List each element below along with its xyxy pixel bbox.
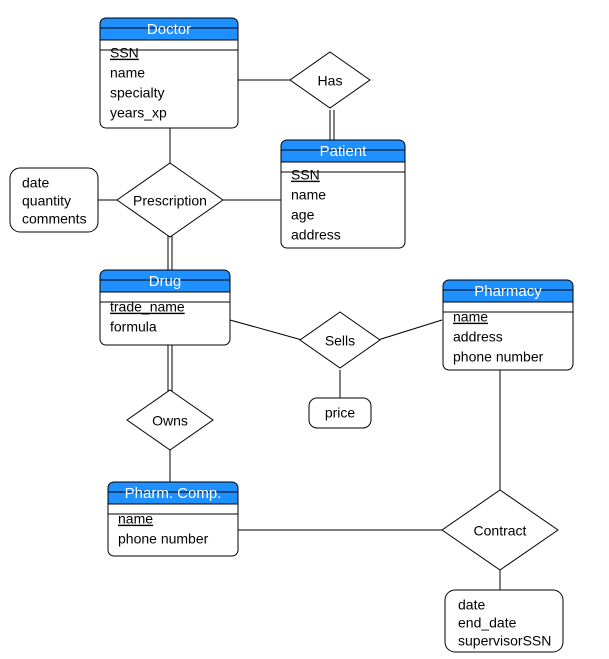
rel-attrs-sells: price <box>309 398 371 428</box>
relationship-sells: Sells <box>300 312 380 368</box>
rel-attr-contract-supervisor: supervisorSSN <box>458 633 551 649</box>
entity-patient-attr-age: age <box>291 207 315 223</box>
relationship-has-label: Has <box>318 73 343 89</box>
relationship-prescription-label: Prescription <box>133 193 207 209</box>
edge-drug-sells <box>230 320 302 340</box>
relationship-contract-label: Contract <box>474 523 527 539</box>
rel-attr-prescription-comments: comments <box>22 211 87 227</box>
rel-attr-prescription-quantity: quantity <box>22 193 71 209</box>
relationship-owns-label: Owns <box>152 413 188 429</box>
edge-sells-pharmacy <box>378 320 442 340</box>
rel-attrs-prescription: date quantity comments <box>10 168 98 232</box>
entity-pharmacy-attr-name: name <box>453 309 488 325</box>
entity-patient: Patient SSN name age address <box>281 140 405 248</box>
entity-pharmacy: Pharmacy name address phone number <box>443 280 573 370</box>
relationship-has: Has <box>290 52 370 108</box>
relationship-contract: Contract <box>442 490 558 570</box>
entity-doctor-attr-ssn: SSN <box>110 45 139 61</box>
entity-doctor-attr-name: name <box>110 65 145 81</box>
entity-doctor: Doctor SSN name specialty years_xp <box>100 18 238 128</box>
rel-attr-sells-price: price <box>325 405 356 421</box>
entity-patient-title: Patient <box>320 143 368 160</box>
entity-pharmacy-attr-phone: phone number <box>453 349 544 365</box>
entity-patient-attr-ssn: SSN <box>291 167 320 183</box>
entity-drug-attr-tradename: trade_name <box>110 299 185 315</box>
relationship-owns: Owns <box>127 390 213 450</box>
entity-drug-title: Drug <box>149 273 182 290</box>
rel-attr-contract-enddate: end_date <box>458 615 517 631</box>
rel-attrs-contract: date end_date supervisorSSN <box>445 590 563 652</box>
entity-doctor-attr-yearsxp: years_xp <box>110 105 167 121</box>
rel-attr-contract-date: date <box>458 597 485 613</box>
entity-drug-attr-formula: formula <box>110 319 157 335</box>
entity-drug: Drug trade_name formula <box>100 270 230 345</box>
rel-attr-prescription-date: date <box>22 175 49 191</box>
entity-pharmcomp-attr-phone: phone number <box>118 531 209 547</box>
relationship-sells-label: Sells <box>325 333 355 349</box>
entity-doctor-attr-specialty: specialty <box>110 85 164 101</box>
entity-patient-attr-name: name <box>291 187 326 203</box>
relationship-prescription: Prescription <box>117 163 223 237</box>
entity-pharmacy-title: Pharmacy <box>474 283 542 300</box>
entity-pharmcomp-attr-name: name <box>118 511 153 527</box>
er-diagram: Doctor SSN name specialty years_xp Patie… <box>0 0 609 659</box>
entity-doctor-title: Doctor <box>147 21 191 38</box>
entity-patient-attr-address: address <box>291 227 341 243</box>
entity-pharmcomp: Pharm. Comp. name phone number <box>108 482 238 556</box>
entity-pharmcomp-title: Pharm. Comp. <box>125 485 222 502</box>
entity-pharmacy-attr-address: address <box>453 329 503 345</box>
